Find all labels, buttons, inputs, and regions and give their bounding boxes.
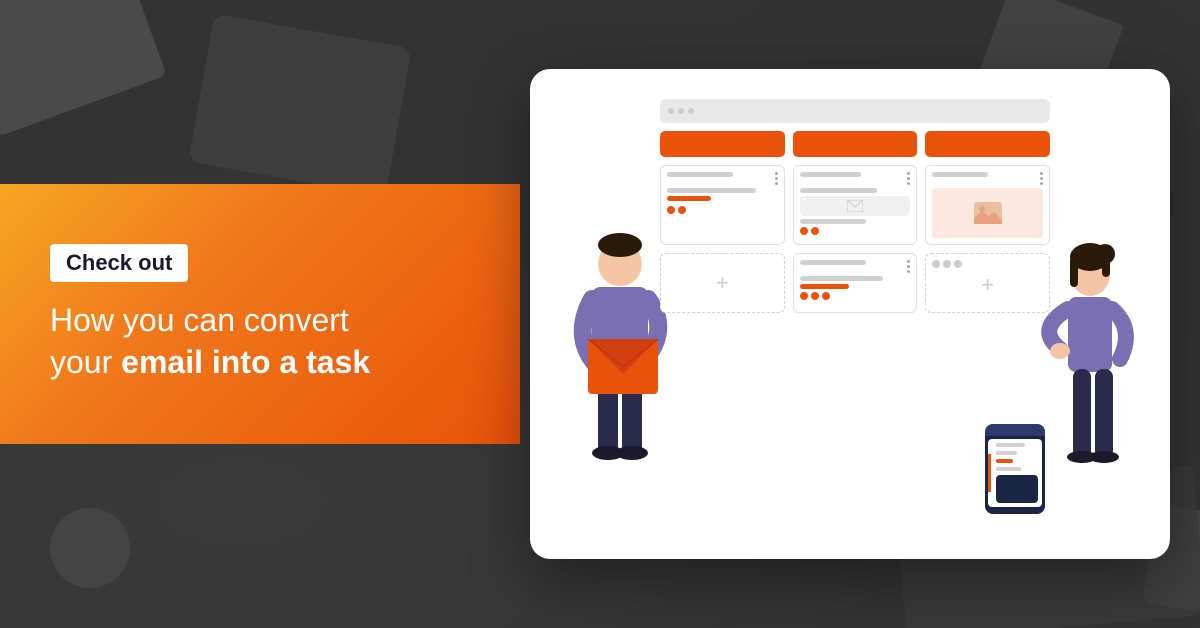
mock-card-1 <box>660 165 785 245</box>
col-header-3 <box>925 131 1050 157</box>
cards-row-1 <box>660 165 1050 245</box>
phone-mini <box>985 424 1045 514</box>
orange-banner: Check out How you can convert your email… <box>0 184 520 444</box>
topbar-dot <box>668 108 674 114</box>
mock-plus-1[interactable]: + <box>660 253 785 313</box>
card-dot <box>667 206 675 214</box>
mock-plus-2[interactable]: + <box>925 253 1050 313</box>
card-dot <box>678 206 686 214</box>
heading-line1: How you can convert <box>50 302 349 338</box>
col-header-1 <box>660 131 785 157</box>
character-right <box>1040 229 1140 529</box>
mock-card-3 <box>925 165 1050 245</box>
column-headers <box>660 131 1050 157</box>
mock-card-4 <box>793 253 918 313</box>
topbar-dot <box>678 108 684 114</box>
card-line <box>667 188 756 193</box>
card-line <box>667 172 733 177</box>
col-header-2 <box>793 131 918 157</box>
card-inner: + <box>530 69 1170 559</box>
illustration-card: + <box>530 69 1170 559</box>
main-heading: How you can convert your email into a ta… <box>50 300 470 383</box>
check-out-badge: Check out <box>50 244 188 282</box>
background: Check out How you can convert your email… <box>0 0 1200 628</box>
mockup-topbar <box>660 99 1050 123</box>
heading-line2-normal: your <box>50 344 121 380</box>
topbar-dot <box>688 108 694 114</box>
bg-coffee <box>50 508 130 588</box>
card-accent <box>667 196 711 201</box>
cards-row-2: + <box>660 253 1050 313</box>
mock-card-2 <box>793 165 918 245</box>
heading-line2-bold: email into a task <box>121 344 370 380</box>
ui-mockup: + <box>660 99 1050 519</box>
